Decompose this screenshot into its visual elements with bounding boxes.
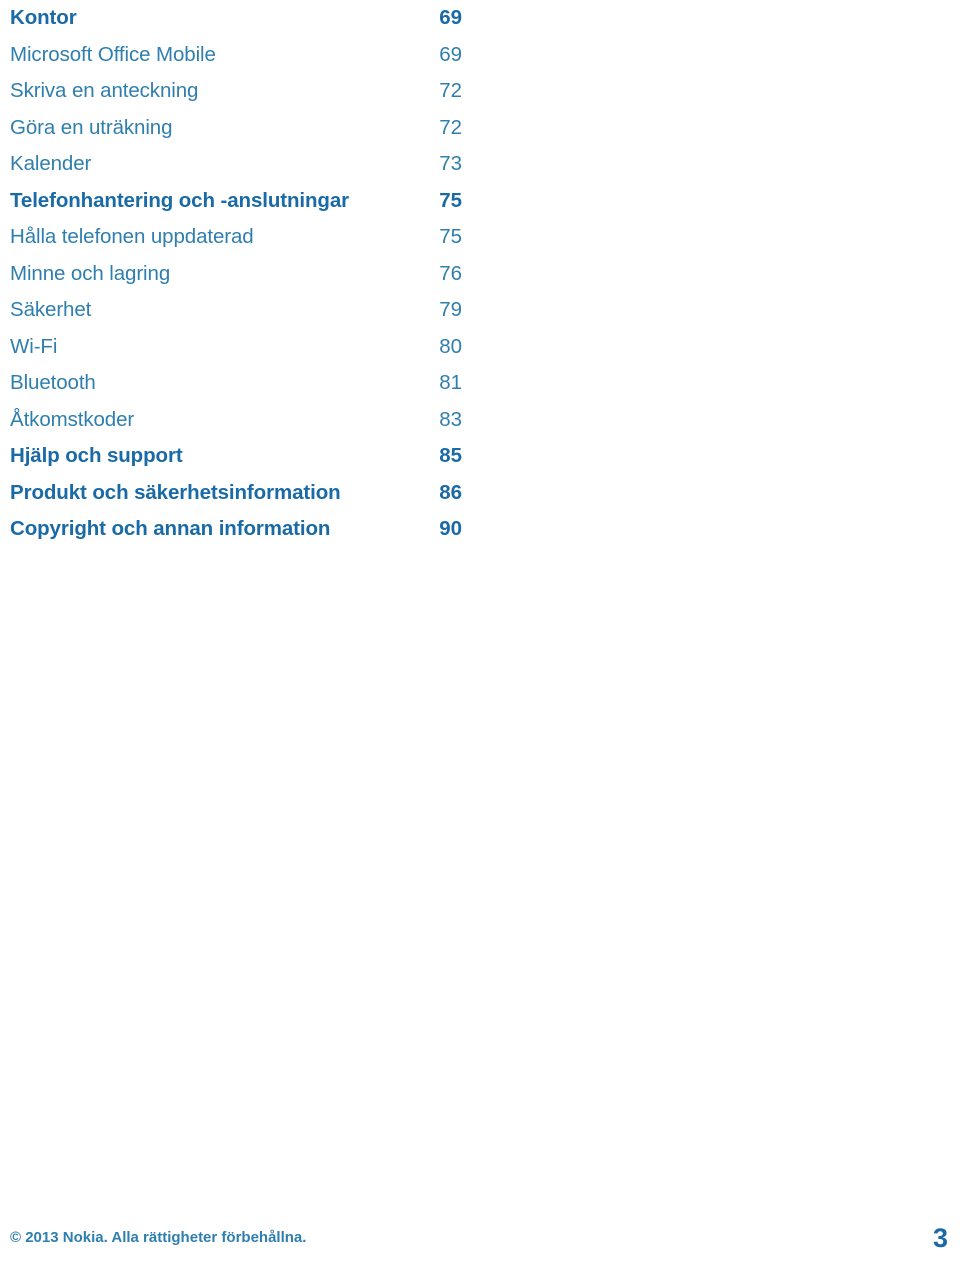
toc-entry-label: Säkerhet — [10, 298, 92, 321]
toc-entry-label: Skriva en anteckning — [10, 79, 199, 102]
toc-entry-page-number: 90 — [439, 517, 462, 540]
toc-entry[interactable]: Kontor 69 — [10, 0, 462, 37]
toc-entry-page-number: 86 — [439, 480, 462, 504]
toc-entry-label: Åtkomstkoder — [10, 407, 135, 431]
toc-entry[interactable]: Wi-Fi 80 — [10, 329, 462, 366]
toc-entry-page-number: 81 — [439, 371, 462, 394]
toc-entry-page-number: 83 — [439, 407, 462, 431]
page-footer: © 2013 Nokia. Alla rättigheter förbehåll… — [0, 1222, 960, 1256]
toc-entry[interactable]: Hålla telefonen uppdaterad 75 — [10, 219, 462, 256]
toc-entry-page-number: 73 — [439, 152, 462, 175]
toc-entry-page-number: 69 — [439, 42, 462, 66]
toc-entry[interactable]: Bluetooth 81 — [10, 365, 462, 402]
toc-entry[interactable]: Minne och lagring 76 — [10, 256, 462, 293]
toc-entry[interactable]: Kalender 73 — [10, 146, 462, 183]
toc-entry-page-number: 76 — [439, 261, 462, 285]
toc-entry[interactable]: Hjälp och support 85 — [10, 438, 462, 475]
page-number: 3 — [932, 1223, 948, 1253]
toc-entry-label: Wi-Fi — [10, 334, 58, 358]
table-of-contents: Kontor 69 Microsoft Office Mobile 69 Skriva … — [10, 0, 462, 548]
toc-entry[interactable]: Göra en uträkning 72 — [10, 110, 462, 147]
toc-entry[interactable]: Copyright och annan information 90 — [10, 511, 462, 548]
toc-entry-page-number: 75 — [439, 225, 462, 248]
toc-entry-label: Kalender — [10, 152, 92, 175]
document-page: Kontor 69 Microsoft Office Mobile 69 Skriva … — [0, 0, 960, 1264]
copyright-notice: © 2013 Nokia. Alla rättigheter förbehåll… — [10, 1229, 307, 1246]
toc-entry-label: Microsoft Office Mobile — [10, 42, 216, 66]
toc-entry-label: Bluetooth — [10, 371, 96, 394]
toc-entry[interactable]: Säkerhet 79 — [10, 292, 462, 329]
toc-entry-page-number: 72 — [439, 115, 462, 139]
toc-entry-page-number: 80 — [439, 334, 462, 358]
toc-entry[interactable]: Åtkomstkoder 83 — [10, 402, 462, 439]
toc-entry-label: Telefonhantering och -anslutningar — [10, 188, 350, 212]
toc-entry-label: Hjälp och support — [10, 444, 183, 467]
toc-entry-page-number: 69 — [439, 6, 462, 29]
toc-entry-label: Copyright och annan information — [10, 517, 331, 540]
toc-entry-page-number: 85 — [439, 444, 462, 467]
toc-entry-page-number: 79 — [439, 298, 462, 321]
toc-entry-label: Göra en uträkning — [10, 115, 173, 139]
toc-entry-label: Kontor — [10, 6, 77, 29]
toc-entry[interactable]: Skriva en anteckning 72 — [10, 73, 462, 110]
toc-entry-page-number: 75 — [439, 188, 462, 212]
toc-entry-label: Produkt och säkerhetsinformation — [10, 480, 341, 504]
toc-entry[interactable]: Microsoft Office Mobile 69 — [10, 37, 462, 74]
toc-entry-label: Minne och lagring — [10, 261, 171, 285]
toc-entry[interactable]: Produkt och säkerhetsinformation 86 — [10, 475, 462, 512]
toc-entry[interactable]: Telefonhantering och -anslutningar 75 — [10, 183, 462, 220]
toc-entry-page-number: 72 — [439, 79, 462, 102]
toc-entry-label: Hålla telefonen uppdaterad — [10, 225, 254, 248]
